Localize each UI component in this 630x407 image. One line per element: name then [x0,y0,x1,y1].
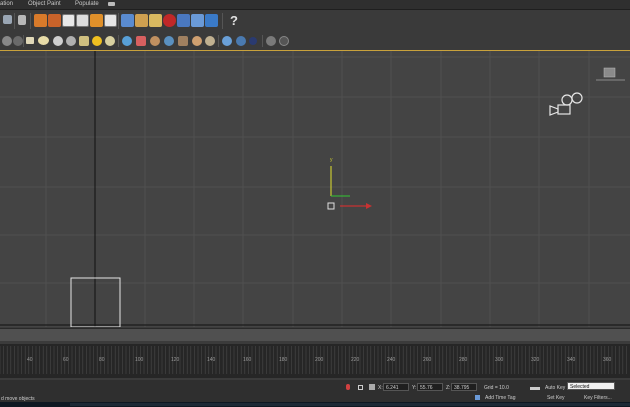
sphere-icon[interactable] [192,36,202,46]
status-bar: X: 6.241 Y: 55.76 Z: 38.795 Grid = 10.0 … [0,380,630,407]
delete-icon[interactable] [18,15,26,25]
lock-icon[interactable] [358,385,363,390]
selection-set-dropdown[interactable]: Selected [567,382,615,390]
particle-icon[interactable] [62,14,75,27]
z-coordinate-field[interactable]: 38.795 [451,383,477,391]
tag-icon[interactable] [475,395,480,400]
key-filters-button[interactable]: Key Filters... [584,395,612,401]
render-icon[interactable] [149,14,162,27]
sphere-icon[interactable] [13,36,23,46]
y-coordinate-field[interactable]: 55.76 [417,383,443,391]
timeline-tick-label: 360 [603,357,612,363]
timeline-tick-label: 160 [243,357,252,363]
timeline-tick-label: 180 [279,357,288,363]
timeline-tick-label: 80 [99,357,105,363]
secondary-toolbar [0,32,630,51]
sphere-icon[interactable] [66,36,76,46]
sphere-icon[interactable] [249,37,257,45]
menu-bar: ation Object Paint Populate [0,0,630,10]
timeline-tick-label: 300 [495,357,504,363]
sun-icon[interactable] [92,36,102,46]
render-icon[interactable] [191,14,204,27]
sphere-icon[interactable] [164,36,174,46]
time-slider[interactable] [0,328,630,341]
timeline-tick-label: 280 [459,357,468,363]
sphere-icon[interactable] [222,36,232,46]
render-icon[interactable] [177,14,190,27]
menu-animation[interactable]: ation [0,1,13,7]
timeline-tick-label: 220 [351,357,360,363]
settings-icon[interactable] [279,36,289,46]
sphere-icon[interactable] [38,36,49,45]
fire-icon[interactable] [48,14,61,27]
material-icon[interactable] [121,14,134,27]
teapot-icon[interactable] [150,36,160,46]
sphere-icon[interactable] [205,36,215,46]
timeline-tick-label: 320 [531,357,540,363]
help-icon[interactable]: ? [230,13,238,28]
add-time-tag-button[interactable]: Add Time Tag [485,395,515,401]
timeline-tick-label: 40 [27,357,33,363]
settings-icon[interactable] [266,36,276,46]
particle-icon[interactable] [76,14,89,27]
menu-object-paint[interactable]: Object Paint [28,1,61,7]
set-key-button[interactable]: Set Key [547,395,565,401]
spline-icon[interactable] [122,36,132,46]
key-icon[interactable] [530,387,540,390]
sphere-icon[interactable] [2,36,12,46]
box-icon[interactable] [178,36,188,46]
viewport-grid [0,51,630,327]
pivot-box [327,202,335,210]
gem-icon[interactable] [105,36,115,46]
timeline-tick-label: 60 [63,357,69,363]
particle-icon[interactable] [104,14,117,27]
camera-icon [549,92,583,116]
dropdown-icon[interactable] [108,2,115,6]
cone-icon[interactable] [79,36,89,46]
stop-icon[interactable] [163,14,176,27]
x-coordinate-field[interactable]: 6.241 [383,383,409,391]
timeline-tick-label: 200 [315,357,324,363]
timeline-tick-label: 260 [423,357,432,363]
box-icon[interactable] [26,37,34,44]
axis-y-label: y [330,157,333,163]
timeline-tick-label: 240 [387,357,396,363]
pin-icon[interactable] [346,384,350,390]
torus-icon[interactable] [136,36,146,46]
fire-icon[interactable] [34,14,47,27]
transform-icon[interactable] [369,384,375,390]
square-icon[interactable] [3,15,12,24]
render-icon[interactable] [205,14,218,27]
main-toolbar: ? [0,10,630,32]
timeline-tick-label: 140 [207,357,216,363]
sphere-icon[interactable] [53,36,63,46]
timeline-tick-label: 120 [171,357,180,363]
render-icon[interactable] [135,14,148,27]
perspective-viewport[interactable]: y [0,51,630,327]
timeline-tick-label: 100 [135,357,144,363]
auto-key-button[interactable]: Auto Key [545,385,565,391]
timeline-tick-label: 340 [567,357,576,363]
sphere-icon[interactable] [236,36,246,46]
menu-populate[interactable]: Populate [75,1,99,7]
grid-size-label: Grid = 10.0 [484,385,509,391]
viewcube-icon [596,67,625,81]
taskbar [0,402,630,407]
fire-icon[interactable] [90,14,103,27]
